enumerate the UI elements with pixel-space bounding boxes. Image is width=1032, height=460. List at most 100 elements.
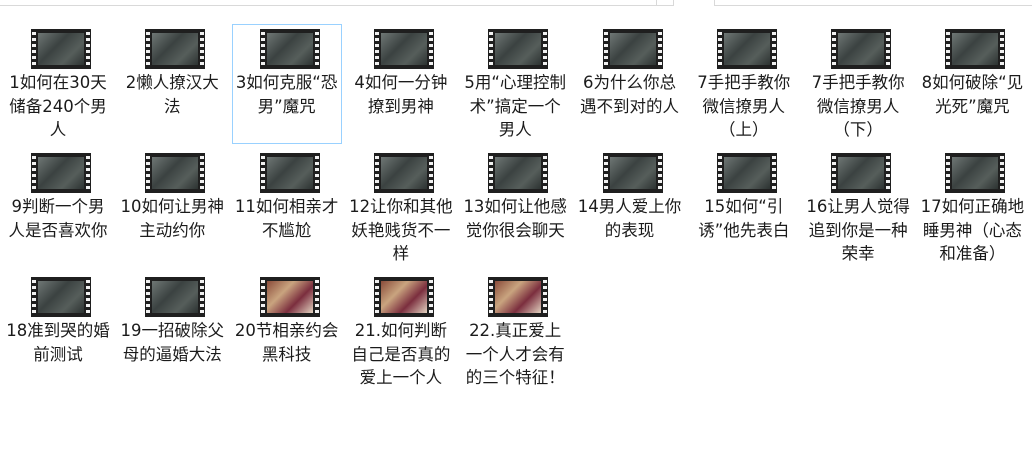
file-item[interactable]: 21.如何判断自己是否真的爱上一个人 (346, 272, 456, 392)
file-name-label: 4如何一分钟撩到男神 (354, 73, 448, 116)
video-frame (266, 33, 313, 65)
file-name-label: 16让男人觉得追到你是一种荣幸 (806, 197, 910, 263)
video-thumbnail-icon (716, 153, 777, 193)
film-strip-holes (314, 156, 319, 190)
file-item[interactable]: 22.真正爱上一个人才会有的三个特征！ (460, 272, 570, 392)
file-name-label: 18准到哭的婚前测试 (6, 321, 110, 364)
address-dropdown-button[interactable] (656, 0, 676, 6)
video-thumbnail-icon (373, 153, 434, 193)
film-strip-holes (543, 32, 548, 66)
film-strip-holes (771, 156, 776, 190)
video-frame (952, 157, 999, 189)
file-name-label: 5用“心理控制术”搞定一个男人 (464, 73, 566, 139)
video-thumbnail-icon (259, 153, 320, 193)
file-item[interactable]: 12让你和其他妖艳贱货不一样 (346, 148, 456, 268)
film-strip-holes (428, 156, 433, 190)
file-name-label: 7手把手教你微信撩男人（下） (811, 73, 905, 139)
film-strip-holes (657, 156, 662, 190)
file-item[interactable]: 15如何“引诱”他先表白 (689, 148, 799, 268)
film-strip-holes (86, 32, 90, 66)
file-item[interactable]: 19一招破除父母的逼婚大法 (117, 272, 227, 392)
film-strip-holes (543, 280, 548, 314)
file-item[interactable]: 9判断一个男人是否喜欢你 (3, 148, 113, 268)
film-strip-holes (886, 32, 891, 66)
video-thumbnail-icon (259, 277, 320, 317)
file-name-label: 3如何克服“恐男”魔咒 (235, 73, 338, 116)
film-strip-holes (886, 156, 891, 190)
video-frame (38, 157, 84, 189)
file-name-label: 22.真正爱上一个人才会有的三个特征！ (465, 321, 565, 387)
film-strip-holes (260, 280, 265, 314)
video-frame (152, 157, 199, 189)
video-frame (38, 33, 84, 65)
film-strip-holes (200, 32, 205, 66)
file-item[interactable]: 18准到哭的婚前测试 (3, 272, 113, 392)
file-name-label: 15如何“引诱”他先表白 (698, 197, 790, 240)
film-strip-holes (374, 156, 379, 190)
film-strip-holes (428, 32, 433, 66)
film-strip-holes (946, 32, 951, 66)
file-item[interactable]: 14男人爱上你的表现 (575, 148, 685, 268)
file-name-label: 12让你和其他妖艳贱货不一样 (349, 197, 453, 263)
file-item[interactable]: 5用“心理控制术”搞定一个男人 (460, 24, 570, 144)
film-strip-holes (543, 156, 548, 190)
video-frame (723, 33, 770, 65)
file-item[interactable]: 6为什么你总遇不到对的人 (575, 24, 685, 144)
film-strip-holes (314, 280, 319, 314)
file-item[interactable]: 17如何正确地睡男神（心态和准备） (917, 148, 1027, 268)
file-item[interactable]: 7手把手教你微信撩男人（上） (689, 24, 799, 144)
file-item[interactable]: 20节相亲约会黑科技 (232, 272, 342, 392)
video-frame (495, 281, 542, 313)
file-item[interactable]: 8如何破除“见光死”魔咒 (917, 24, 1027, 144)
file-name-label: 13如何让他感觉你很会聊天 (463, 197, 567, 240)
file-item[interactable]: 3如何克服“恐男”魔咒 (231, 24, 342, 144)
film-strip-holes (32, 280, 36, 314)
video-frame (380, 33, 427, 65)
video-thumbnail-icon (31, 277, 91, 317)
file-item[interactable]: 16让男人觉得追到你是一种荣幸 (803, 148, 913, 268)
film-strip-holes (717, 156, 722, 190)
film-strip-holes (657, 32, 662, 66)
film-strip-holes (771, 32, 776, 66)
film-strip-holes (603, 156, 608, 190)
file-item[interactable]: 1如何在30天储备240个男人 (3, 24, 113, 144)
video-frame (723, 157, 770, 189)
film-strip-holes (489, 280, 494, 314)
film-strip-holes (86, 156, 90, 190)
video-frame (152, 33, 199, 65)
file-name-label: 20节相亲约会黑科技 (234, 321, 339, 364)
film-strip-holes (428, 280, 433, 314)
file-item[interactable]: 13如何让他感觉你很会聊天 (460, 148, 570, 268)
film-strip-holes (32, 156, 36, 190)
file-item[interactable]: 7手把手教你微信撩男人（下） (803, 24, 913, 144)
file-item[interactable]: 2懒人撩汉大法 (117, 24, 227, 144)
file-name-label: 1如何在30天储备240个男人 (9, 73, 107, 139)
film-strip-holes (32, 32, 36, 66)
film-strip-holes (200, 156, 205, 190)
address-bar[interactable] (0, 0, 674, 6)
file-name-label: 2懒人撩汉大法 (125, 73, 219, 116)
video-thumbnail-icon (145, 153, 206, 193)
film-strip-holes (374, 32, 379, 66)
file-item[interactable]: 11如何相亲才不尴尬 (232, 148, 342, 268)
video-thumbnail-icon (831, 29, 892, 69)
video-frame (838, 33, 885, 65)
film-strip-holes (146, 32, 151, 66)
video-frame (609, 33, 656, 65)
film-strip-holes (1000, 32, 1005, 66)
search-box[interactable] (714, 0, 1032, 6)
file-item[interactable]: 10如何让男神主动约你 (117, 148, 227, 268)
film-strip-holes (603, 32, 608, 66)
file-name-label: 14男人爱上你的表现 (577, 197, 682, 240)
film-strip-holes (260, 156, 265, 190)
video-thumbnail-icon (259, 29, 320, 69)
video-frame (380, 281, 427, 313)
video-thumbnail-icon (373, 29, 434, 69)
video-thumbnail-icon (945, 153, 1006, 193)
film-strip-holes (489, 32, 494, 66)
video-frame (495, 33, 542, 65)
video-thumbnail-icon (31, 153, 91, 193)
video-frame (266, 281, 313, 313)
file-item[interactable]: 4如何一分钟撩到男神 (346, 24, 456, 144)
video-thumbnail-icon (602, 29, 663, 69)
